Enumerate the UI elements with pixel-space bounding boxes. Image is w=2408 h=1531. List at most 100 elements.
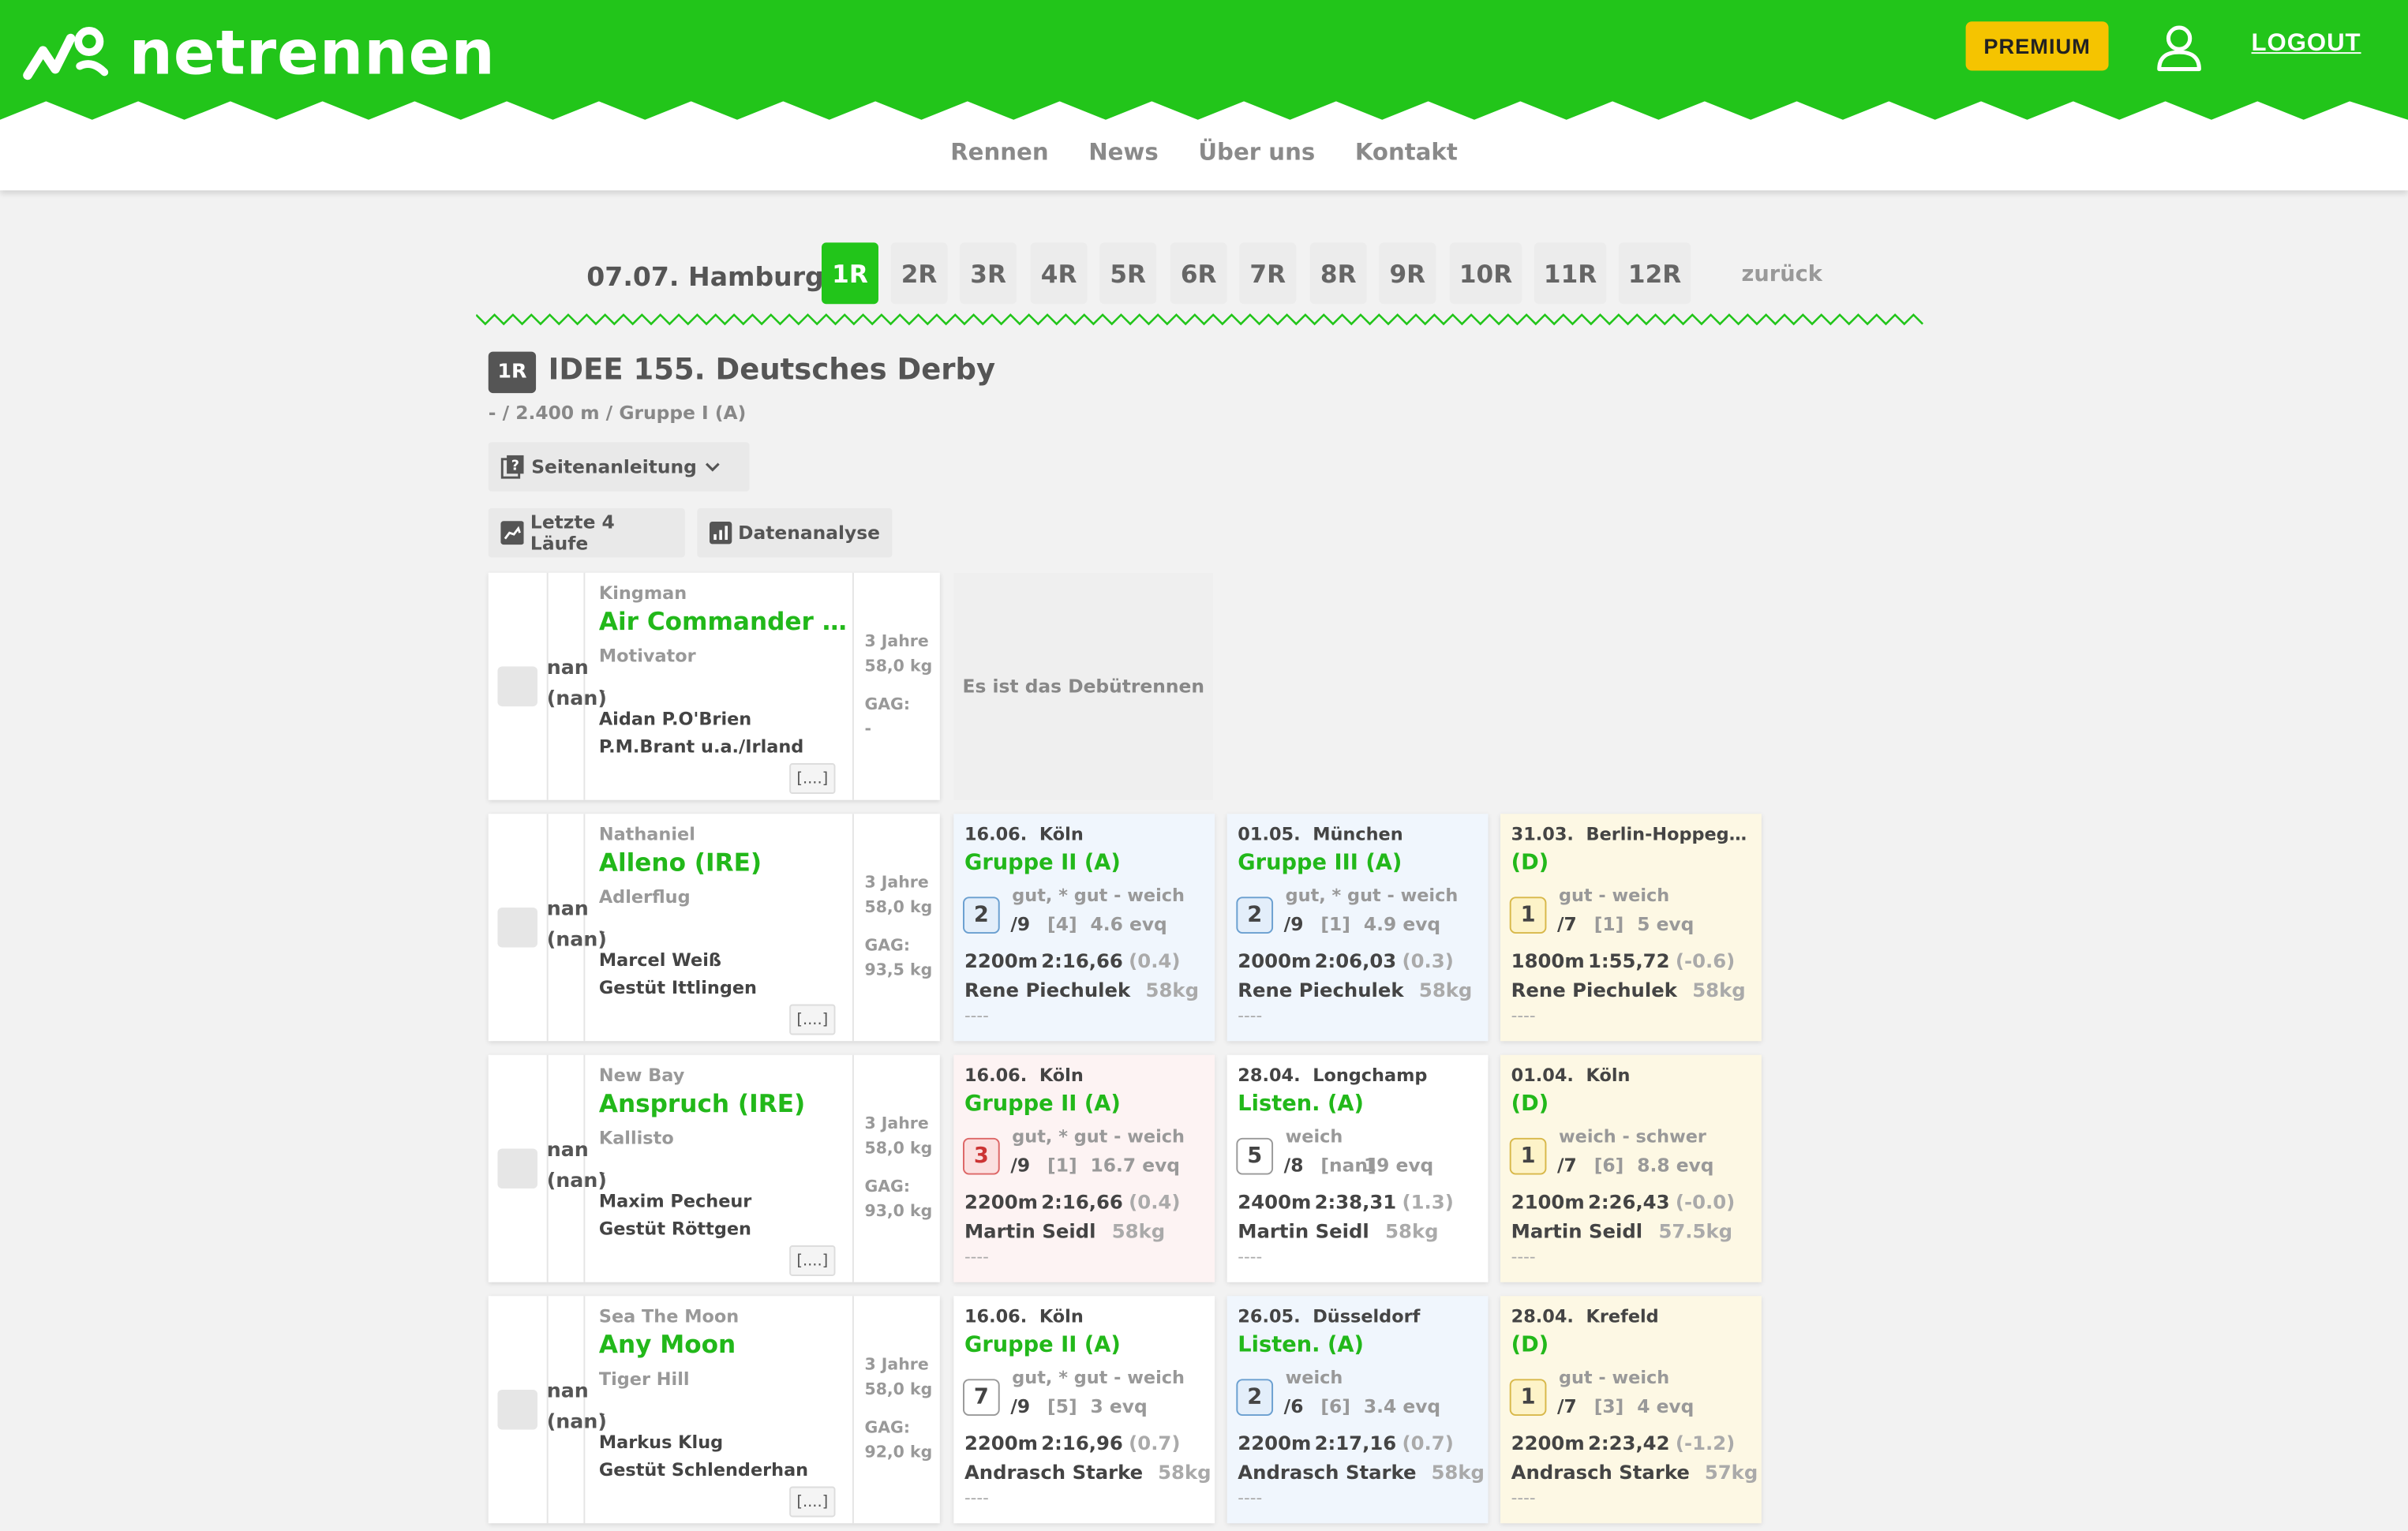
past-race-card[interactable]: 16.06. Köln Gruppe II (A) gut, * gut - w… [953, 1296, 1215, 1524]
past-race-card[interactable]: 26.05. Düsseldorf Listen. (A) weich 2 /6… [1226, 1296, 1489, 1524]
data-analysis-button[interactable]: Datenanalyse [697, 508, 893, 558]
race-tab-3r[interactable]: 3R [960, 242, 1017, 305]
past-race-group: (D) [1511, 850, 1549, 876]
gag-value: 92,0 kg [864, 1443, 933, 1462]
zigzag-divider [476, 313, 1924, 326]
back-link[interactable]: zurück [1742, 263, 1822, 287]
race-tab-11r[interactable]: 11R [1534, 242, 1607, 305]
race-venue: 07.07. Hamburg [586, 262, 824, 294]
user-icon[interactable] [2155, 23, 2204, 72]
comment-placeholder: ---- [1511, 1005, 1536, 1026]
horse-trainer: Marcel Weiß [598, 949, 722, 971]
race-tab-10r[interactable]: 10R [1449, 242, 1522, 305]
nav-ueber-uns[interactable]: Über uns [1198, 138, 1315, 166]
box-position: [1] [1047, 1155, 1077, 1177]
race-date: 28.04. [1511, 1305, 1574, 1327]
race-tab-5r[interactable]: 5R [1099, 242, 1157, 305]
track-condition: gut, * gut - weich [1012, 884, 1185, 907]
brand-logo[interactable]: netrennen [21, 18, 496, 89]
past-race-card[interactable]: 16.06. Köln Gruppe II (A) gut, * gut - w… [953, 1054, 1215, 1282]
start-number-value: nan [546, 1139, 589, 1162]
track-condition: gut - weich [1558, 1366, 1670, 1388]
start-number-value: nan [546, 898, 589, 922]
finish-position: 2 [1236, 1379, 1274, 1417]
select-checkbox[interactable] [497, 1389, 538, 1430]
past-race-card[interactable]: 01.04. Köln (D) weich - schwer 1 /7 [6] … [1500, 1054, 1762, 1282]
horse-name[interactable]: Air Commander (IRE) [599, 607, 848, 636]
horse-dash: - [598, 1403, 605, 1424]
past-race-group: Listen. (A) [1238, 1091, 1364, 1117]
past-race-group: Gruppe II (A) [964, 1091, 1121, 1117]
horse-dam: Motivator [598, 645, 696, 667]
horse-dash: - [598, 679, 605, 701]
box-position: [4] [1047, 913, 1077, 935]
race-date: 16.06. [964, 1305, 1028, 1327]
past-race-date: 28.04. Longchamp [1238, 1064, 1483, 1085]
race-location: Köln [1039, 1064, 1084, 1086]
odds: 3 evq [1090, 1395, 1148, 1417]
past-race-card[interactable]: 31.03. Berlin-Hoppegarten (D) gut - weic… [1500, 814, 1762, 1042]
horse-name[interactable]: Anspruch (IRE) [599, 1089, 848, 1118]
horse-name[interactable]: Alleno (IRE) [599, 848, 848, 877]
race-tab-12r[interactable]: 12R [1618, 242, 1691, 305]
column-divider [852, 1296, 854, 1524]
debut-notice: Es ist das Debütrennen [953, 572, 1214, 800]
race-tab-9r[interactable]: 9R [1379, 242, 1436, 305]
guide-toggle[interactable]: ? Seitenanleitung [488, 442, 750, 492]
past-race-card[interactable]: 16.06. Köln Gruppe II (A) gut, * gut - w… [953, 814, 1215, 1042]
track-condition: gut, * gut - weich [1012, 1366, 1185, 1388]
odds: 4.6 evq [1090, 913, 1167, 935]
carried-weight: 58kg [1158, 1460, 1211, 1484]
horse-name[interactable]: Any Moon [599, 1330, 848, 1359]
more-details-button[interactable]: [....] [789, 1004, 836, 1035]
past-race-card[interactable]: 28.04. Longchamp Listen. (A) weich 5 /8 … [1226, 1054, 1489, 1282]
more-details-button[interactable]: [....] [789, 1245, 836, 1276]
finish-position: 1 [1509, 897, 1547, 934]
odds: 4 evq [1637, 1395, 1695, 1417]
race-tab-1r[interactable]: 1R [821, 242, 878, 305]
track-condition: weich [1285, 1366, 1343, 1388]
past-race-group: Gruppe III (A) [1238, 850, 1402, 876]
logo-icon [23, 27, 109, 80]
premium-button[interactable]: PREMIUM [1965, 21, 2109, 71]
race-tab-8r[interactable]: 8R [1309, 242, 1367, 305]
race-tab-7r[interactable]: 7R [1239, 242, 1297, 305]
past-race-group: Gruppe II (A) [964, 1332, 1121, 1358]
horse-age-weight: 3 Jahre 58,0 kg [864, 1112, 932, 1161]
comment-placeholder: ---- [1238, 1488, 1263, 1508]
header-zigzag [0, 95, 2408, 120]
finish-position: 3 [963, 1137, 1000, 1175]
nav-kontakt[interactable]: Kontakt [1355, 138, 1458, 166]
time-diff: (0.3) [1402, 949, 1454, 972]
past-race-group: Listen. (A) [1238, 1332, 1364, 1358]
select-checkbox[interactable] [497, 666, 538, 707]
main-nav: Rennen News Über uns Kontakt [0, 138, 2408, 166]
select-checkbox[interactable] [497, 907, 538, 948]
carried-weight: 58kg [1692, 978, 1746, 1001]
past-race-date: 31.03. Berlin-Hoppegarten [1511, 823, 1757, 844]
select-checkbox[interactable] [497, 1148, 538, 1189]
horse-age: 3 Jahre [864, 1114, 929, 1133]
horse-gag: GAG: 93,0 kg [864, 1175, 932, 1224]
more-details-button[interactable]: [....] [789, 1486, 836, 1518]
race-badge: 1R [488, 351, 537, 394]
nav-news[interactable]: News [1088, 138, 1159, 166]
horse-trainer: Markus Klug [598, 1431, 724, 1453]
race-tab-2r[interactable]: 2R [890, 242, 948, 305]
race-tab-4r[interactable]: 4R [1030, 242, 1088, 305]
guide-label: Seitenanleitung [531, 455, 697, 478]
odds: 5 evq [1637, 913, 1695, 935]
race-location: Düsseldorf [1313, 1305, 1421, 1327]
race-time: 2:16,96 [1041, 1431, 1123, 1454]
horse-weight: 58,0 kg [864, 898, 933, 917]
last-4-races-button[interactable]: Letzte 4 Läufe [488, 508, 685, 558]
past-race-card[interactable]: 01.05. München Gruppe III (A) gut, * gut… [1226, 814, 1489, 1042]
odds: 4.9 evq [1363, 913, 1441, 935]
past-race-card[interactable]: 28.04. Krefeld (D) gut - weich 1 /7 [3] … [1500, 1296, 1762, 1524]
nav-rennen[interactable]: Rennen [950, 138, 1048, 166]
more-details-button[interactable]: [....] [789, 763, 836, 794]
race-tab-6r[interactable]: 6R [1170, 242, 1227, 305]
logout-link[interactable]: LOGOUT [2252, 31, 2361, 58]
gag-label: GAG: [864, 936, 911, 956]
comment-placeholder: ---- [964, 1246, 989, 1267]
